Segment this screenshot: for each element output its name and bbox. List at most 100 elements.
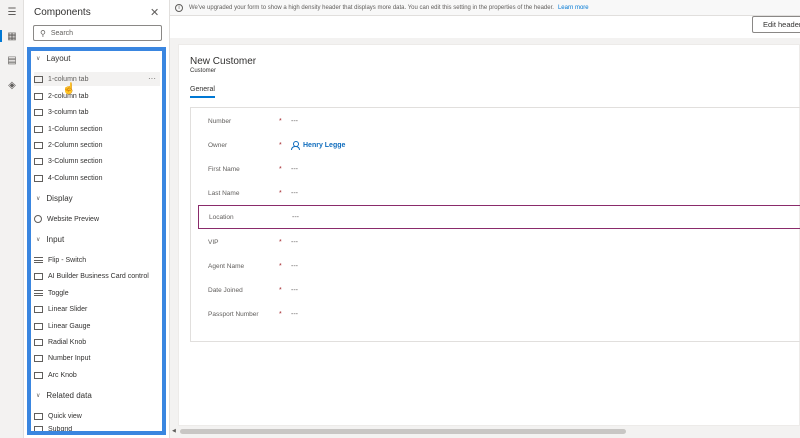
- table-columns-icon[interactable]: ▤: [4, 52, 20, 68]
- component-ai-builder-card[interactable]: AI Builder Business Card control: [34, 269, 160, 283]
- control-icon: [34, 338, 43, 346]
- required-marker: *: [279, 117, 282, 125]
- field-label: First Name: [208, 165, 240, 173]
- component-4-column-section[interactable]: 4-Column section: [34, 171, 160, 185]
- component-label: Linear Gauge: [48, 322, 91, 330]
- component-label: Radial Knob: [48, 338, 87, 346]
- required-marker: *: [279, 238, 282, 246]
- component-1-column-section[interactable]: 1-Column section: [34, 122, 160, 136]
- person-icon: [291, 141, 300, 150]
- panel-title: Components: [34, 7, 91, 18]
- group-input[interactable]: ∨ Input: [36, 235, 64, 244]
- field-label: Agent Name: [208, 262, 245, 270]
- control-icon: [34, 257, 43, 263]
- field-last-name[interactable]: Last Name * ---: [191, 181, 800, 205]
- component-number-input[interactable]: Number Input: [34, 351, 160, 365]
- required-marker: *: [279, 189, 282, 197]
- component-label: Subgrid: [48, 426, 73, 433]
- component-radial-knob[interactable]: Radial Knob: [34, 335, 160, 349]
- component-arc-knob[interactable]: Arc Knob: [34, 368, 160, 382]
- component-quick-view[interactable]: Quick view: [34, 409, 160, 423]
- field-value: ---: [291, 165, 298, 173]
- component-toggle[interactable]: Toggle: [34, 286, 160, 300]
- group-label: Related data: [46, 391, 92, 400]
- components-icon[interactable]: ▦: [0, 28, 20, 44]
- component-label: Linear Slider: [48, 305, 88, 313]
- layers-icon[interactable]: ◈: [4, 77, 20, 93]
- component-label: Toggle: [48, 289, 69, 297]
- hamburger-menu-icon[interactable]: ☰: [4, 4, 20, 20]
- component-flip-switch[interactable]: Flip - Switch: [34, 253, 160, 267]
- learn-more-link[interactable]: Learn more: [558, 5, 589, 11]
- field-vip[interactable]: VIP * ---: [191, 230, 800, 254]
- field-value: ---: [291, 189, 298, 197]
- component-3-column-tab[interactable]: 3-column tab: [34, 105, 160, 119]
- close-icon[interactable]: ✕: [150, 6, 159, 19]
- field-date-joined[interactable]: Date Joined * ---: [191, 278, 800, 302]
- field-agent-name[interactable]: Agent Name * ---: [191, 254, 800, 278]
- section-layout-icon: [34, 125, 43, 133]
- field-label: VIP: [208, 238, 219, 246]
- info-bar: i We've upgraded your form to show a hig…: [170, 0, 800, 16]
- chevron-down-icon: ∨: [36, 196, 41, 202]
- component-label: Arc Knob: [48, 371, 77, 379]
- search-input[interactable]: ⚲ Search: [33, 25, 162, 41]
- group-layout[interactable]: ∨ Layout: [36, 54, 70, 63]
- field-value: ---: [291, 262, 298, 270]
- component-label: 2-Column section: [48, 141, 103, 149]
- tab-general[interactable]: General: [190, 86, 215, 98]
- component-linear-slider[interactable]: Linear Slider: [34, 302, 160, 316]
- section-layout-icon: [34, 174, 43, 182]
- field-value: ---: [291, 310, 298, 318]
- field-label: Location: [209, 213, 234, 221]
- field-value: ---: [291, 238, 298, 246]
- component-label: AI Builder Business Card control: [48, 272, 149, 280]
- group-label: Input: [46, 235, 65, 244]
- component-label: Quick view: [48, 412, 82, 420]
- component-label: 1-Column section: [48, 125, 103, 133]
- field-label: Last Name: [208, 189, 240, 197]
- field-label: Owner: [208, 141, 228, 149]
- tab-layout-icon: [34, 108, 43, 116]
- horizontal-scrollbar[interactable]: ◀: [170, 426, 800, 438]
- field-first-name[interactable]: First Name * ---: [191, 157, 800, 181]
- component-subgrid[interactable]: Subgrid: [34, 426, 160, 434]
- form-section[interactable]: Number * --- Owner * Henry Legge First N…: [190, 107, 800, 342]
- field-number[interactable]: Number * ---: [191, 109, 800, 133]
- control-icon: [34, 272, 43, 280]
- field-value: ---: [291, 286, 298, 294]
- component-label: Flip - Switch: [48, 256, 87, 264]
- component-linear-gauge[interactable]: Linear Gauge: [34, 319, 160, 333]
- component-2-column-section[interactable]: 2-Column section: [34, 138, 160, 152]
- component-2-column-tab[interactable]: 2-column tab: [34, 89, 160, 103]
- info-message: We've upgraded your form to show a high …: [189, 4, 554, 11]
- info-icon: i: [175, 3, 183, 12]
- field-value: ---: [291, 117, 298, 125]
- scrollbar-thumb[interactable]: [180, 429, 626, 434]
- search-icon: ⚲: [40, 28, 46, 38]
- components-panel: Components ✕ ⚲ Search ∨ Layout 1-column …: [24, 0, 170, 438]
- component-3-column-section[interactable]: 3-Column section: [34, 154, 160, 168]
- edit-header-button[interactable]: Edit header: [752, 16, 800, 33]
- field-location[interactable]: Location ---: [198, 205, 800, 229]
- search-placeholder: Search: [50, 29, 74, 37]
- group-related-data[interactable]: ∨ Related data: [36, 391, 92, 400]
- form-canvas: New Customer Customer General Number * -…: [178, 44, 800, 426]
- component-website-preview[interactable]: Website Preview: [34, 212, 160, 226]
- field-owner[interactable]: Owner * Henry Legge: [191, 133, 800, 157]
- field-passport-number[interactable]: Passport Number * ---: [191, 302, 800, 326]
- group-display[interactable]: ∨ Display: [36, 194, 73, 203]
- owner-lookup[interactable]: Henry Legge: [291, 141, 345, 150]
- control-icon: [34, 354, 43, 362]
- tab-layout-icon: [34, 75, 43, 83]
- quick-view-icon: [34, 412, 43, 420]
- section-layout-icon: [34, 141, 43, 149]
- field-label: Passport Number: [208, 310, 259, 318]
- form-title[interactable]: New Customer: [190, 56, 256, 67]
- more-options-icon[interactable]: ···: [148, 74, 156, 83]
- required-marker: *: [279, 310, 282, 318]
- scroll-left-icon[interactable]: ◀: [172, 428, 176, 434]
- component-1-column-tab[interactable]: 1-column tab ···: [34, 72, 160, 86]
- icon-rail: ☰ ▦ ▤ ◈: [0, 0, 24, 438]
- component-label: 4-Column section: [48, 174, 103, 182]
